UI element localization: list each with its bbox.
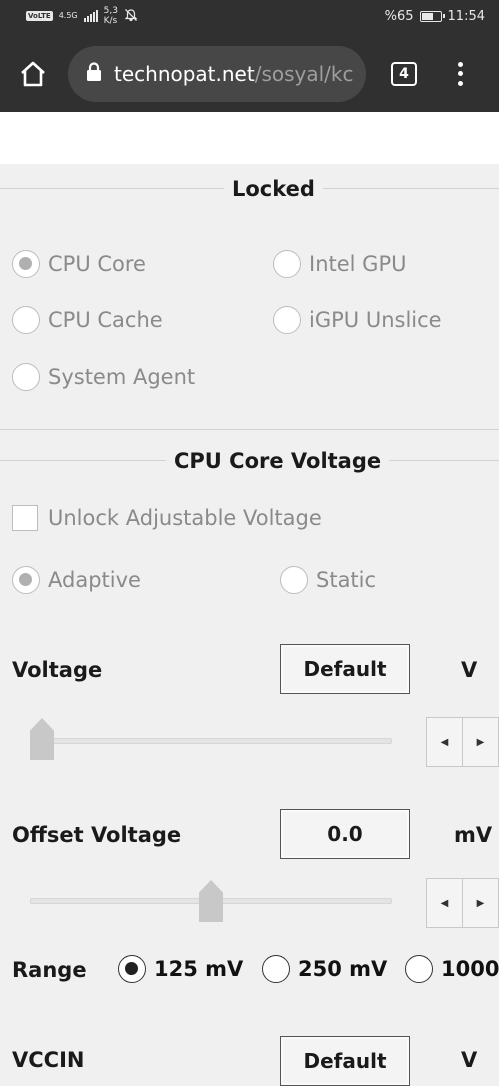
- checkbox-box: [12, 505, 38, 531]
- voltage-label: Voltage: [12, 658, 103, 682]
- radio-range-125[interactable]: 125 mV: [118, 955, 243, 983]
- page-header-strip: [0, 112, 499, 164]
- offset-voltage-label: Offset Voltage: [12, 823, 182, 847]
- voltage-stepper[interactable]: ◀ ▶: [426, 717, 499, 767]
- decrement-icon[interactable]: ◀: [427, 879, 463, 927]
- radio-indicator: [280, 566, 308, 594]
- radio-static[interactable]: Static: [280, 566, 376, 594]
- radio-indicator: [12, 306, 40, 334]
- radio-range-1000[interactable]: 1000: [405, 955, 499, 983]
- url-bar[interactable]: technopat.net/sosyal/kc: [68, 46, 366, 102]
- cpu-core-voltage-title: CPU Core Voltage: [166, 449, 390, 473]
- radio-label: Adaptive: [48, 568, 141, 592]
- locked-section-title: Locked: [224, 177, 323, 201]
- radio-indicator: [12, 363, 40, 391]
- radio-label: System Agent: [48, 365, 196, 389]
- range-label: Range: [12, 958, 87, 982]
- unlock-voltage-checkbox[interactable]: Unlock Adjustable Voltage: [12, 505, 322, 531]
- radio-label: CPU Core: [48, 252, 146, 276]
- radio-indicator: [12, 566, 40, 594]
- voltage-unit: V: [461, 658, 478, 682]
- network-type: 4.5G: [58, 11, 78, 20]
- network-speed: 5,3 K/s: [103, 6, 118, 26]
- radio-indicator: [405, 955, 433, 983]
- clock: 11:54: [447, 9, 485, 24]
- voltage-slider-thumb[interactable]: [30, 718, 54, 760]
- radio-indicator: [262, 955, 290, 983]
- radio-system-agent[interactable]: System Agent: [12, 363, 195, 391]
- battery-icon: [419, 11, 445, 22]
- more-menu-icon[interactable]: [448, 58, 472, 90]
- increment-icon[interactable]: ▶: [463, 718, 499, 766]
- radio-label: iGPU Unslice: [309, 308, 442, 332]
- radio-label: CPU Cache: [48, 308, 163, 332]
- home-icon[interactable]: [17, 58, 49, 90]
- radio-range-250[interactable]: 250 mV: [262, 955, 387, 983]
- radio-intel-gpu[interactable]: Intel GPU: [273, 250, 406, 278]
- radio-igpu-unslice[interactable]: iGPU Unslice: [273, 306, 442, 334]
- radio-cpu-core[interactable]: CPU Core: [12, 250, 146, 278]
- tab-switcher-button[interactable]: 4: [391, 62, 417, 86]
- lock-icon: [86, 61, 102, 87]
- radio-indicator: [273, 250, 301, 278]
- radio-cpu-cache[interactable]: CPU Cache: [12, 306, 163, 334]
- offset-stepper[interactable]: ◀ ▶: [426, 878, 499, 928]
- vccin-label: VCCIN: [12, 1048, 85, 1072]
- signal-icon: [83, 10, 98, 22]
- voltage-settings-panel: Locked CPU Core Intel GPU CPU Cache iGPU…: [0, 164, 499, 1086]
- offset-unit: mV: [454, 823, 493, 847]
- radio-label: 125 mV: [154, 957, 244, 981]
- browser-toolbar: technopat.net/sosyal/kc 4: [0, 36, 499, 112]
- voltage-slider-track[interactable]: [30, 738, 392, 744]
- radio-adaptive[interactable]: Adaptive: [12, 566, 141, 594]
- battery-percent: %65: [384, 9, 414, 24]
- vccin-value-field[interactable]: Default: [280, 1036, 410, 1086]
- radio-label: 250 mV: [298, 957, 388, 981]
- decrement-icon[interactable]: ◀: [427, 718, 463, 766]
- url-path: /sosyal/kc: [254, 62, 354, 86]
- radio-label: 1000: [441, 957, 499, 981]
- radio-indicator: [12, 250, 40, 278]
- divider: [0, 429, 499, 430]
- status-bar: VoLTE 4.5G 5,3 K/s %65 11:54: [0, 0, 499, 36]
- volte-icon: VoLTE: [26, 11, 53, 21]
- mute-icon: [124, 8, 138, 25]
- checkbox-label: Unlock Adjustable Voltage: [48, 506, 322, 530]
- url-domain: technopat.net: [114, 62, 255, 86]
- vccin-unit: V: [461, 1048, 478, 1072]
- increment-icon[interactable]: ▶: [463, 879, 499, 927]
- radio-indicator: [273, 306, 301, 334]
- radio-label: Static: [316, 568, 377, 592]
- voltage-value-field[interactable]: Default: [280, 644, 410, 694]
- radio-label: Intel GPU: [309, 252, 407, 276]
- radio-indicator: [118, 955, 146, 983]
- offset-value-field[interactable]: 0.0: [280, 809, 410, 859]
- offset-slider-thumb[interactable]: [199, 880, 223, 922]
